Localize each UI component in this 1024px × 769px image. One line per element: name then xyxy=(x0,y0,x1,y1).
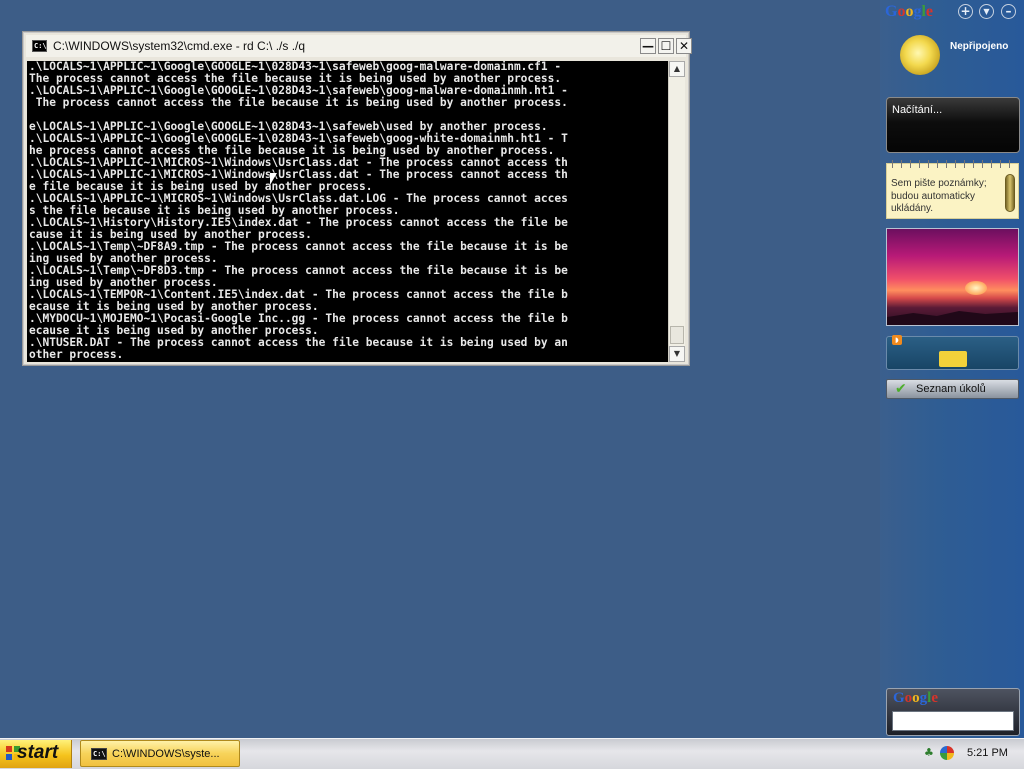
photo-landscape xyxy=(887,311,1018,325)
notes-widget[interactable]: Sem pište poznámky; budou automaticky uk… xyxy=(886,160,1019,219)
close-button[interactable]: ✕ xyxy=(676,38,692,54)
notes-rings xyxy=(887,160,1018,168)
sidebar-minimize-button[interactable]: – xyxy=(1001,4,1016,19)
console-lines: .\LOCALS~1\APPLIC~1\Google\GOOGLE~1\028D… xyxy=(29,61,568,361)
network-icon[interactable]: ♣ xyxy=(924,746,937,759)
photo-widget[interactable] xyxy=(886,228,1019,326)
weather-sun-icon[interactable] xyxy=(900,35,940,75)
tasks-button[interactable]: ✔ Seznam úkolů xyxy=(886,379,1019,399)
rss-icon: ◗ xyxy=(892,335,902,345)
taskbar-item-label: C:\WINDOWS\syste... xyxy=(112,748,220,760)
taskbar-item-cmd[interactable]: C:\ C:\WINDOWS\syste... xyxy=(80,740,240,767)
check-icon: ✔ xyxy=(895,381,907,397)
search-input[interactable] xyxy=(892,711,1014,731)
maximize-button[interactable]: ☐ xyxy=(658,38,674,54)
cmd-titlebar[interactable]: C:\ C:\WINDOWS\system32\cmd.exe - rd C:\… xyxy=(26,35,692,57)
console-line: other process. xyxy=(29,348,124,361)
console-output[interactable]: .\LOCALS~1\APPLIC~1\Google\GOOGLE~1\028D… xyxy=(27,61,668,362)
security-icon[interactable] xyxy=(940,746,954,760)
search-google-logo: Google xyxy=(893,690,939,706)
news-widget[interactable]: Načítání... xyxy=(886,97,1020,153)
envelope-icon[interactable] xyxy=(939,351,967,367)
tasks-label: Seznam úkolů xyxy=(916,383,986,395)
scroll-down-button[interactable]: ▼ xyxy=(669,346,685,362)
console-scrollbar[interactable]: ▲ ▼ xyxy=(668,61,685,362)
system-tray: ♣ 5:21 PM xyxy=(916,739,1024,769)
cmd-window-title: C:\WINDOWS\system32\cmd.exe - rd C:\ ./s… xyxy=(53,39,306,53)
sidebar-add-button[interactable]: + xyxy=(958,4,973,19)
mouse-cursor-icon xyxy=(270,173,277,185)
search-widget: Google xyxy=(886,688,1020,736)
weather-status: Nepřipojeno xyxy=(950,41,1009,52)
tray-clock[interactable]: 5:21 PM xyxy=(967,747,1008,759)
news-loading-text: Načítání... xyxy=(892,104,943,116)
photo-sunset-sun xyxy=(965,281,987,295)
scroll-up-button[interactable]: ▲ xyxy=(669,61,685,77)
minimize-button[interactable]: — xyxy=(640,38,656,54)
taskbar: start C:\ C:\WINDOWS\syste... ♣ 5:21 PM xyxy=(0,738,1024,769)
scroll-thumb[interactable] xyxy=(670,326,684,344)
start-button[interactable]: start xyxy=(0,740,72,768)
notes-scrollbar[interactable] xyxy=(1005,174,1015,212)
cmd-icon[interactable]: C:\ xyxy=(32,40,47,52)
console-line: The process cannot access the file becau… xyxy=(29,96,568,109)
google-sidebar: Google + ▼ – Nepřipojeno Načítání... Sem… xyxy=(880,0,1024,738)
rss-widget[interactable]: ◗ xyxy=(886,335,1019,370)
sidebar-options-button[interactable]: ▼ xyxy=(979,4,994,19)
start-label: start xyxy=(17,742,59,763)
cmd-icon: C:\ xyxy=(91,748,107,760)
cmd-window[interactable]: C:\ C:\WINDOWS\system32\cmd.exe - rd C:\… xyxy=(22,31,692,366)
sidebar-google-logo[interactable]: Google xyxy=(885,3,933,21)
notes-text[interactable]: Sem pište poznámky; budou automaticky uk… xyxy=(891,178,999,218)
